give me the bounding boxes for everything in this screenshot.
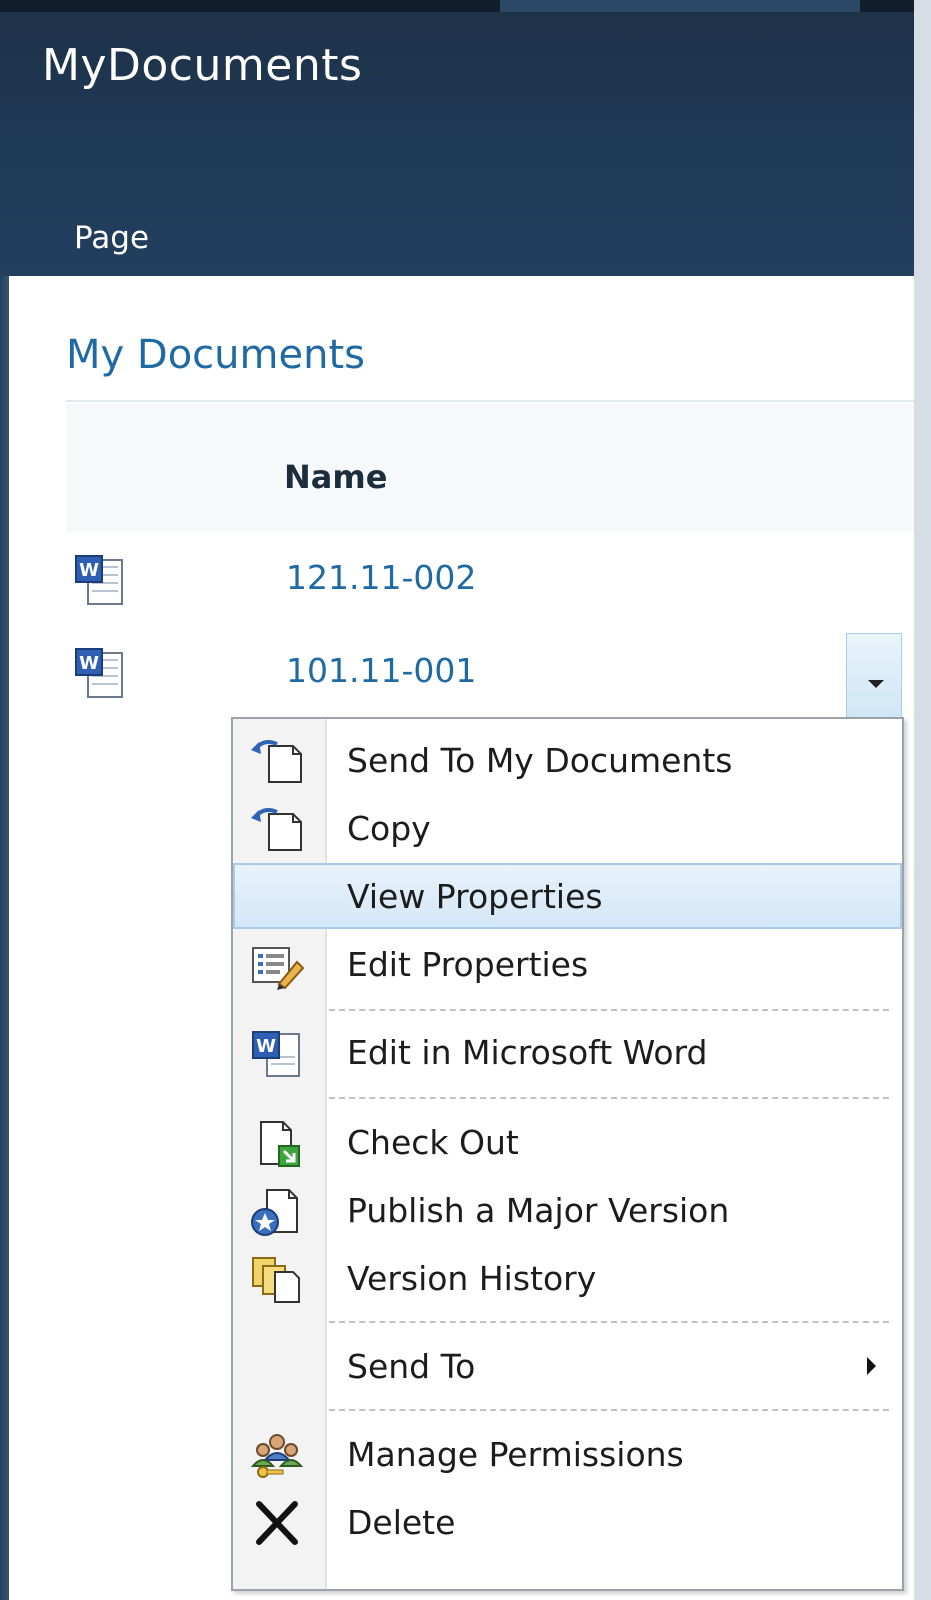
menu-item-check-out[interactable]: Check Out	[233, 1109, 902, 1175]
svg-text:W: W	[79, 653, 99, 674]
webpart-title[interactable]: My Documents	[66, 332, 365, 378]
document-link[interactable]: 121.11-002	[286, 558, 476, 597]
menu-separator	[329, 1009, 889, 1011]
edit-properties-icon	[252, 947, 305, 990]
column-header-name[interactable]: Name	[284, 458, 387, 496]
menu-item-label: Publish a Major Version	[347, 1191, 730, 1230]
menu-item-label: Send To My Documents	[347, 741, 733, 780]
word-document-icon: W	[75, 648, 123, 698]
version-history-icon	[252, 1257, 300, 1303]
list-item: W 121.11-002	[66, 552, 914, 640]
menu-item-label: Version History	[347, 1259, 597, 1298]
menu-separator	[329, 1097, 889, 1099]
menu-separator	[329, 1321, 889, 1323]
menu-item-label: Manage Permissions	[347, 1435, 684, 1474]
ribbon-tab-page[interactable]: Page	[74, 220, 149, 256]
menu-item-send-to-my-documents[interactable]: Send To My Documents	[233, 727, 902, 793]
menu-item-view-properties[interactable]: View Properties	[233, 863, 902, 929]
menu-item-label: Copy	[347, 809, 431, 848]
word-document-icon: W	[75, 555, 123, 605]
menu-item-label: Edit in Microsoft Word	[347, 1033, 708, 1072]
site-header: MyDocuments Page	[0, 0, 931, 276]
list-column-header-bar	[66, 404, 914, 532]
left-border	[0, 276, 9, 1600]
word-document-icon: W	[252, 1031, 300, 1077]
menu-item-publish-major-version[interactable]: Publish a Major Version	[233, 1177, 902, 1243]
menu-item-send-to[interactable]: Send To	[233, 1333, 902, 1399]
context-menu: Send To My Documents Copy View Propertie…	[231, 717, 904, 1591]
menu-item-edit-properties[interactable]: Edit Properties	[233, 931, 902, 997]
menu-item-copy[interactable]: Copy	[233, 795, 902, 861]
right-scroll-edge	[914, 0, 931, 1600]
menu-item-version-history[interactable]: Version History	[233, 1245, 902, 1311]
document-link[interactable]: 101.11-001	[286, 651, 476, 690]
menu-item-label: Send To	[347, 1347, 476, 1386]
publish-icon	[251, 1189, 298, 1236]
chevron-right-icon	[867, 1357, 876, 1375]
site-title[interactable]: MyDocuments	[42, 40, 362, 91]
sharepoint-page: MyDocuments Page My Documents Name W 121…	[0, 0, 931, 1600]
svg-text:W: W	[79, 560, 99, 581]
check-out-icon	[260, 1121, 300, 1167]
menu-item-label: View Properties	[347, 877, 603, 916]
svg-text:W: W	[256, 1036, 276, 1057]
webpart-title-divider	[66, 400, 914, 402]
menu-separator	[329, 1409, 889, 1411]
delete-icon	[256, 1501, 298, 1545]
menu-item-edit-in-word[interactable]: W Edit in Microsoft Word	[233, 1019, 902, 1085]
menu-item-label: Check Out	[347, 1123, 519, 1162]
menu-item-manage-permissions[interactable]: Manage Permissions	[233, 1421, 902, 1487]
send-to-icon	[251, 740, 302, 783]
menu-item-label: Edit Properties	[347, 945, 589, 984]
contextual-tab-strip	[500, 0, 860, 12]
copy-icon	[251, 808, 302, 851]
item-menu-dropdown-button[interactable]	[846, 633, 902, 719]
manage-permissions-icon	[250, 1434, 304, 1478]
menu-item-label: Delete	[347, 1503, 456, 1542]
menu-item-delete[interactable]: Delete	[233, 1489, 902, 1555]
chevron-down-icon	[868, 680, 884, 688]
